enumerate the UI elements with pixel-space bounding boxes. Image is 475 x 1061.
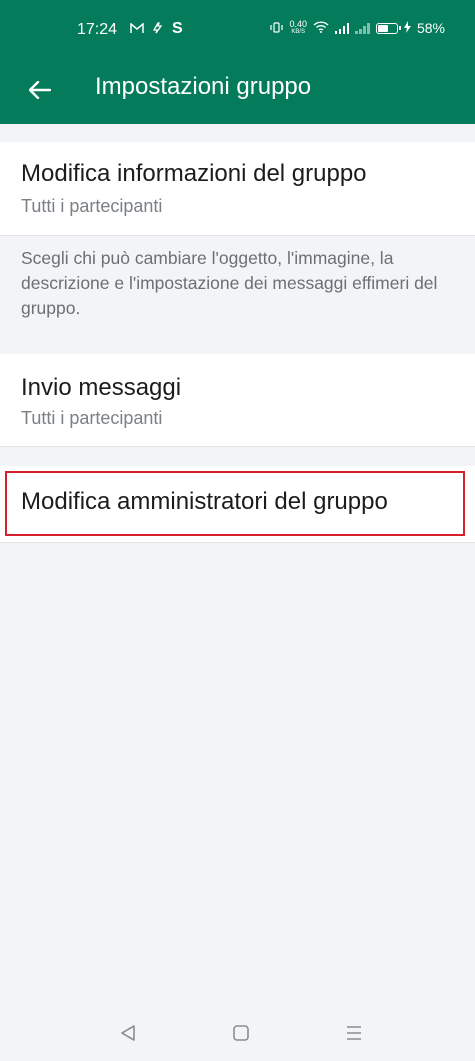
back-triangle-icon[interactable] [116, 1021, 140, 1045]
wifi-icon [313, 20, 329, 36]
setting-send-messages[interactable]: Invio messaggi Tutti i partecipanti [0, 354, 475, 447]
toolbar: Impostazioni gruppo [0, 60, 475, 124]
signal-2-icon [355, 22, 370, 34]
status-bar: 17:24 S 0.40 KB/S 58% [0, 0, 475, 60]
menu-lines-icon[interactable] [342, 1021, 366, 1045]
status-time: 17:24 [77, 21, 118, 38]
battery-icon [375, 22, 401, 34]
network-speed: 0.40 KB/S [289, 20, 307, 36]
charging-icon [403, 20, 411, 36]
s-app-icon: S [172, 20, 183, 37]
home-square-icon[interactable] [229, 1021, 253, 1045]
setting-edit-info[interactable]: Modifica informazioni del gruppo Tutti i… [0, 142, 475, 236]
status-notification-icons: S [130, 20, 183, 38]
battery-fill [377, 24, 388, 32]
setting-edit-info-title: Modifica informazioni del gruppo [21, 160, 367, 187]
system-navigation-bar [0, 1001, 475, 1061]
setting-send-messages-value: Tutti i partecipanti [21, 408, 163, 428]
signal-icon [334, 22, 350, 34]
arrow-left-icon [29, 81, 51, 99]
arrow-up-icon [152, 21, 163, 37]
network-speed-value: 0.40 [289, 19, 307, 29]
page-title: Impostazioni gruppo [95, 73, 312, 100]
battery-percent: 58% [416, 20, 445, 36]
network-speed-unit: KB/S [291, 29, 306, 35]
setting-description: Scegli chi può cambiare l'oggetto, l'imm… [21, 248, 438, 318]
setting-edit-info-value: Tutti i partecipanti [21, 196, 163, 216]
highlight-box [5, 471, 465, 536]
setting-send-messages-title: Invio messaggi [21, 374, 182, 401]
vibrate-icon [270, 20, 284, 36]
gmail-icon [130, 21, 144, 37]
app-header: 17:24 S 0.40 KB/S 58% Impostazioni grupp… [0, 0, 475, 124]
back-button[interactable] [20, 70, 60, 110]
status-system-icons: 0.40 KB/S 58% [270, 20, 445, 36]
